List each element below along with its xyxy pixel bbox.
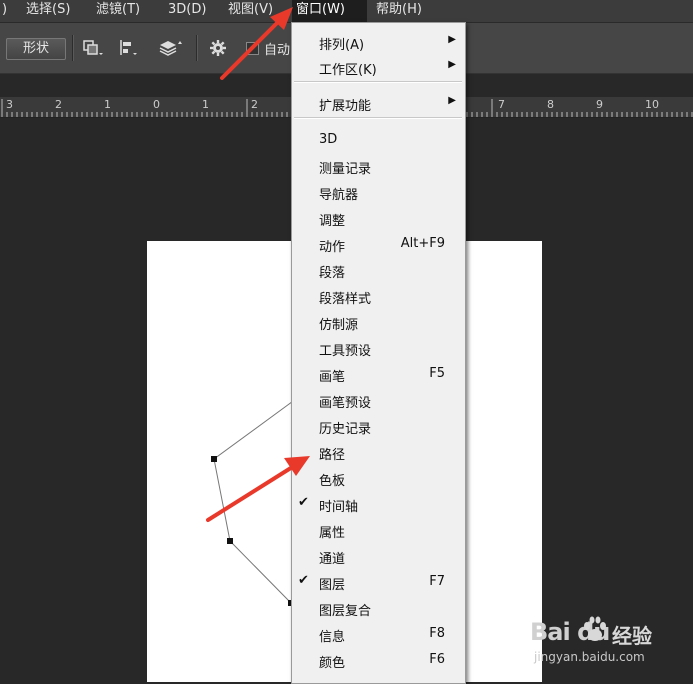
menu-item[interactable]: 段落: [292, 257, 465, 283]
menu-item[interactable]: ✔ 时间轴: [292, 491, 465, 517]
menu-item-label: 段落样式: [319, 292, 372, 307]
anchor-point[interactable]: [211, 456, 217, 462]
menu-separator: [294, 81, 462, 83]
menu-item-label: 仿制源: [319, 318, 359, 333]
menu-item[interactable]: 段落样式: [292, 283, 465, 309]
menu-item-label: 工作区(K): [319, 63, 377, 78]
triangle-right-icon: ▶: [448, 34, 456, 45]
menu-item[interactable]: 工具预设: [292, 335, 465, 361]
menu-item[interactable]: 画笔预设: [292, 387, 465, 413]
menu-item[interactable]: 属性: [292, 517, 465, 543]
menu-item-label: 调整: [319, 214, 346, 229]
watermark-brand: 经验: [612, 624, 652, 648]
watermark-url: jingyan.baidu.com: [534, 650, 645, 664]
menu-separator: [294, 117, 462, 119]
menu-item-label: 扩展功能: [319, 99, 372, 114]
anchor-point[interactable]: [227, 538, 233, 544]
menu-item-shortcut: F5: [429, 366, 445, 381]
menu-item-label: 画笔预设: [319, 396, 372, 411]
menu-item-shortcut: F8: [429, 626, 445, 641]
paw-icon: [582, 616, 608, 648]
menu-item-label: 路径: [319, 448, 346, 463]
menu-item-label: 图层: [319, 578, 346, 593]
window-menu-dropdown: 排列(A) ▶ 工作区(K) ▶ 扩展功能 ▶ 3D 测量记录导航器调整动作 Alt+F9 段落段…: [291, 22, 466, 684]
menu-item-label: 动作: [319, 240, 346, 255]
menu-item-label: 色板: [319, 474, 346, 489]
menu-item[interactable]: 3D: [292, 127, 465, 153]
menu-item-label: 历史记录: [319, 422, 372, 437]
menu-item[interactable]: 排列(A) ▶: [292, 29, 465, 55]
menu-item[interactable]: 颜色 F6: [292, 647, 465, 673]
menu-item[interactable]: 工作区(K) ▶: [292, 54, 465, 80]
menu-item[interactable]: 通道: [292, 543, 465, 569]
menu-item[interactable]: 路径: [292, 439, 465, 465]
menu-item[interactable]: 调整: [292, 205, 465, 231]
menu-item[interactable]: 画笔 F5: [292, 361, 465, 387]
menu-item-label: 3D: [319, 132, 338, 147]
menu-item[interactable]: 图层复合: [292, 595, 465, 621]
menu-item-label: 导航器: [319, 188, 359, 203]
menu-item[interactable]: 动作 Alt+F9: [292, 231, 465, 257]
menu-item-label: 段落: [319, 266, 346, 281]
menu-item[interactable]: 扩展功能 ▶: [292, 90, 465, 116]
menu-item-label: 测量记录: [319, 162, 372, 177]
menu-item[interactable]: 仿制源: [292, 309, 465, 335]
menu-item[interactable]: 导航器: [292, 179, 465, 205]
menu-item[interactable]: ✔ 图层 F7: [292, 569, 465, 595]
menu-item-label: 图层复合: [319, 604, 372, 619]
watermark: Bai du 经验 jingyan.baidu.com: [530, 612, 690, 676]
menu-item[interactable]: 历史记录: [292, 413, 465, 439]
menu-item-label: 颜色: [319, 656, 346, 671]
menu-item[interactable]: 信息 F8: [292, 621, 465, 647]
menu-item-label: 通道: [319, 552, 346, 567]
checkmark-icon: ✔: [298, 573, 309, 588]
menu-item-shortcut: Alt+F9: [400, 236, 445, 251]
triangle-right-icon: ▶: [448, 95, 456, 106]
checkmark-icon: ✔: [298, 495, 309, 510]
triangle-right-icon: ▶: [448, 59, 456, 70]
menu-item-label: 排列(A): [319, 38, 365, 53]
menu-item-shortcut: F7: [429, 574, 445, 589]
menu-item-label: 信息: [319, 630, 346, 645]
menu-item-label: 属性: [319, 526, 346, 541]
menu-item-label: 工具预设: [319, 344, 372, 359]
menu-item[interactable]: 色板: [292, 465, 465, 491]
menu-item-label: 画笔: [319, 370, 346, 385]
menu-item-label: 时间轴: [319, 500, 359, 515]
menu-item-shortcut: F6: [429, 652, 445, 667]
menu-item[interactable]: 测量记录: [292, 153, 465, 179]
